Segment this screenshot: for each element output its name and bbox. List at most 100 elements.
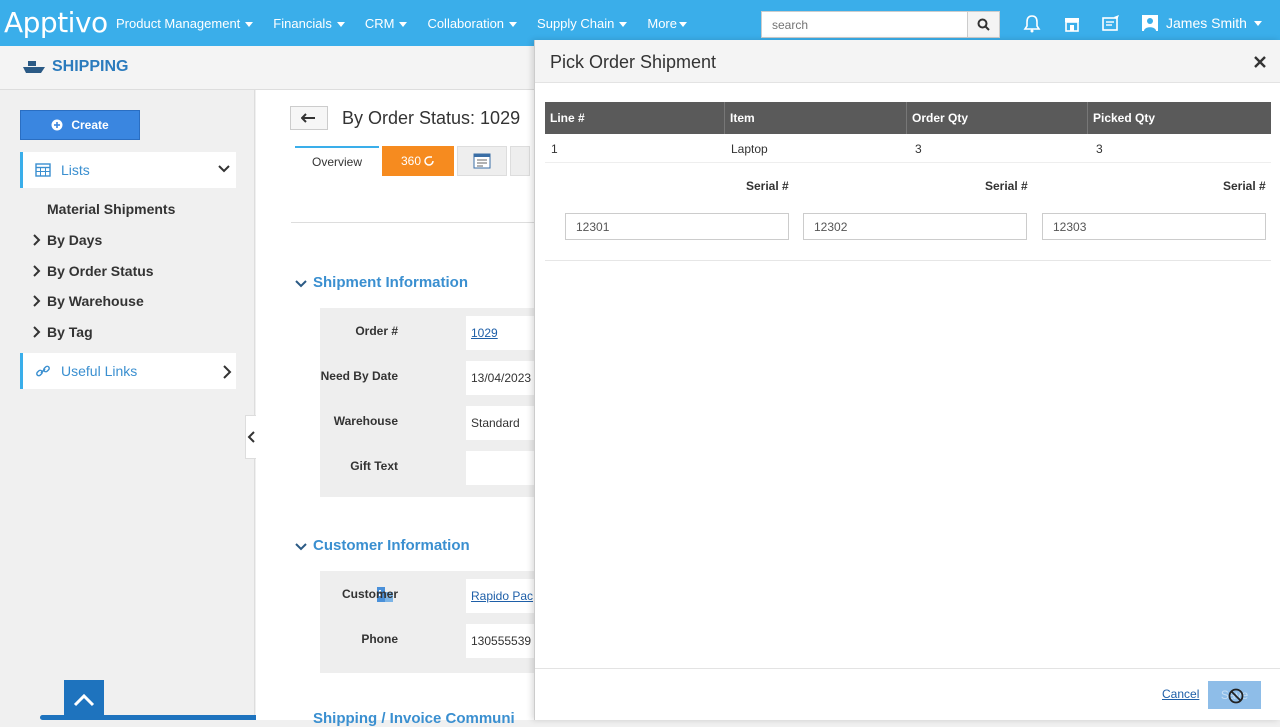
customer-fields: Customer Rapido Pac Phone 130555539: [320, 571, 534, 673]
customer-information-header[interactable]: Customer Information: [295, 537, 470, 554]
calendar-icon: [35, 163, 51, 177]
sidebar-item-material-shipments[interactable]: Material Shipments: [47, 201, 175, 217]
serial-label: Serial #: [746, 179, 789, 193]
create-button[interactable]: Create: [20, 110, 140, 140]
link-icon: [36, 365, 50, 377]
plus-circle-icon: [51, 119, 63, 131]
shipment-information-header[interactable]: Shipment Information: [295, 274, 468, 291]
caret-down-icon: [336, 21, 345, 27]
tab-overview[interactable]: Overview: [295, 146, 379, 176]
not-allowed-cursor-icon: [1228, 688, 1244, 704]
serial-input-2[interactable]: 12302: [803, 213, 1027, 240]
table-row: 1 Laptop 3 3: [545, 135, 1271, 163]
nav-collaboration[interactable]: Collaboration: [427, 16, 518, 31]
serial-input-1[interactable]: 12301: [565, 213, 789, 240]
app-header: SHIPPING: [0, 46, 534, 90]
search-box: [761, 11, 1000, 38]
serial-label: Serial #: [985, 179, 1028, 193]
shipping-invoice-header[interactable]: Shipping / Invoice Communi: [313, 710, 515, 727]
refresh-icon: [424, 156, 434, 166]
dialog-footer: Cancel Save: [535, 668, 1280, 720]
search-input[interactable]: [762, 12, 967, 37]
chevron-down-icon: [218, 165, 230, 173]
sidebar-item-by-warehouse[interactable]: By Warehouse: [47, 293, 144, 309]
caret-down-icon: [679, 21, 687, 27]
column-item: Item: [725, 102, 907, 134]
apptivo-logo[interactable]: Apptivo: [4, 6, 108, 39]
message-icon[interactable]: [1101, 14, 1121, 34]
nav-supply-chain[interactable]: Supply Chain: [537, 16, 628, 31]
useful-links-panel[interactable]: Useful Links: [20, 353, 236, 389]
sidebar-item-by-tag[interactable]: By Tag: [47, 324, 93, 340]
gift-text-value[interactable]: [466, 451, 534, 485]
tab-more[interactable]: [510, 146, 530, 176]
user-menu[interactable]: James Smith: [1142, 15, 1262, 31]
nav-financials[interactable]: Financials: [273, 16, 345, 31]
nav-crm[interactable]: CRM: [365, 16, 408, 31]
phone-label: Phone: [361, 632, 398, 646]
sidebar-item-by-order-status[interactable]: By Order Status: [47, 263, 154, 279]
column-picked-qty: Picked Qty: [1093, 111, 1156, 125]
search-button[interactable]: [967, 12, 999, 37]
column-line: Line #: [545, 102, 725, 134]
cell-order-qty: 3: [915, 141, 922, 156]
lists-panel[interactable]: Lists: [20, 152, 236, 188]
divider: [545, 260, 1271, 261]
tab-details[interactable]: [457, 146, 507, 176]
chevron-right-icon: [33, 326, 41, 338]
nav-product-management[interactable]: Product Management: [116, 16, 254, 31]
phone-value[interactable]: 130555539: [466, 624, 534, 658]
chevron-up-icon: [73, 693, 95, 707]
caret-down-icon: [1253, 20, 1262, 26]
order-number-value: 1029: [466, 316, 534, 350]
cell-picked-qty: 3: [1096, 141, 1103, 156]
main-content: By Order Status: 1029 Overview 360 Shipm…: [256, 90, 534, 727]
customer-value: Rapido Pac: [466, 579, 534, 613]
serial-input-3[interactable]: 12303: [1042, 213, 1266, 240]
sidebar-item-by-days[interactable]: By Days: [47, 232, 102, 248]
caret-down-icon: [619, 21, 628, 27]
dialog-header: Pick Order Shipment: [535, 40, 1280, 83]
tab-360[interactable]: 360: [382, 146, 454, 176]
chevron-right-icon: [223, 365, 232, 379]
chevron-right-icon: [33, 265, 41, 277]
serial-label: Serial #: [1223, 179, 1266, 193]
save-button[interactable]: Save: [1208, 681, 1261, 709]
chevron-left-icon: [247, 431, 255, 443]
order-number-label: Order #: [355, 324, 398, 338]
tab-bar: Overview 360: [295, 146, 530, 176]
divider: [291, 222, 534, 223]
page-title: By Order Status: 1029: [342, 108, 521, 128]
need-by-date-value[interactable]: 13/04/2023: [466, 361, 534, 395]
column-order-qty: Order Qty: [907, 102, 1088, 134]
caret-down-icon: [509, 21, 518, 27]
chevron-right-icon: [33, 234, 41, 246]
scroll-to-top-button[interactable]: [64, 680, 104, 720]
sidebar: Create Lists Material Shipments By Days …: [0, 90, 255, 720]
cancel-button[interactable]: Cancel: [1162, 687, 1199, 701]
arrow-left-icon: [301, 113, 315, 123]
table-header: Line # Item Order Qty Picked Qty: [545, 102, 1271, 134]
app-title[interactable]: SHIPPING: [22, 58, 128, 76]
order-link[interactable]: 1029: [471, 326, 498, 340]
need-by-date-label: Need By Date: [320, 369, 398, 383]
gift-text-label: Gift Text: [350, 459, 398, 473]
pick-order-shipment-dialog: Pick Order Shipment Line # Item Order Qt…: [534, 40, 1280, 720]
caret-down-icon: [245, 21, 254, 27]
chevron-down-icon: [295, 280, 307, 288]
chevron-right-icon: [33, 295, 41, 307]
shipment-fields: Order # 1029 Need By Date 13/04/2023 War…: [320, 308, 534, 497]
warehouse-value[interactable]: Standard: [466, 406, 534, 440]
close-button[interactable]: [1254, 52, 1266, 73]
customer-link[interactable]: Rapido Pac: [471, 589, 533, 603]
nav-more[interactable]: More: [647, 16, 687, 31]
chevron-down-icon: [295, 543, 307, 551]
bell-icon[interactable]: [1022, 14, 1042, 34]
cell-line: 1: [551, 141, 558, 156]
store-icon[interactable]: [1062, 14, 1082, 34]
back-button[interactable]: [290, 106, 328, 130]
caret-down-icon: [399, 21, 408, 27]
cell-item: Laptop: [731, 141, 768, 156]
list-icon: [473, 153, 491, 169]
warehouse-label: Warehouse: [333, 414, 398, 428]
